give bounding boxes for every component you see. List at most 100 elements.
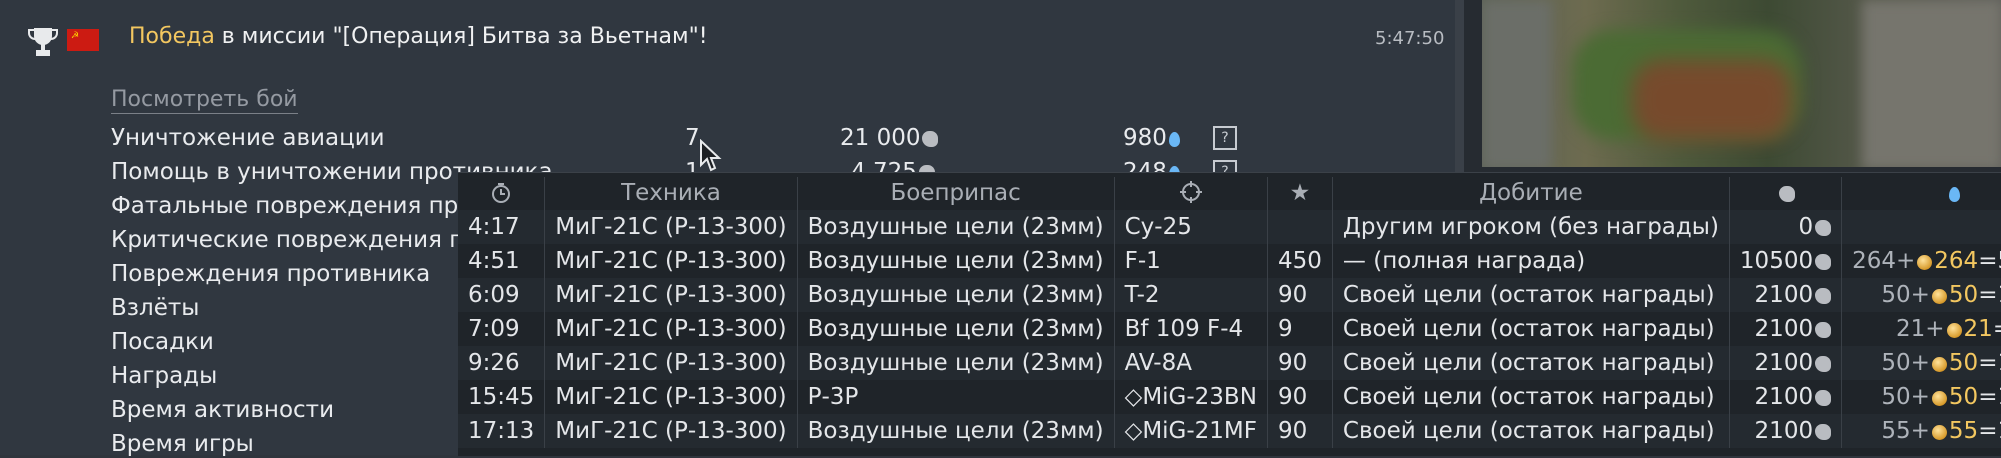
lion-icon (1815, 389, 1832, 406)
stat-label-damage: Повреждения противника (111, 261, 431, 287)
kill-rp: 264+264=528 (1841, 244, 2001, 278)
kill-ammo: Воздушные цели (23мм) (797, 414, 1115, 448)
kill-finish: Своей цели (остаток награды) (1332, 312, 1730, 346)
kill-finish: Своей цели (остаток награды) (1332, 380, 1730, 414)
kill-score: 90 (1267, 380, 1333, 414)
kill-lions-value: 2100 (1754, 417, 1814, 444)
kill-lions-value: 2100 (1754, 349, 1814, 376)
kill-target: Bf 109 F-4 (1114, 312, 1269, 346)
kill-target: ◇MiG-23BN (1114, 380, 1269, 414)
kill-time: 17:13 (458, 414, 546, 448)
kill-lions-value: 2100 (1754, 315, 1814, 342)
table-row: 7:09 МиГ-21С (Р-13-300) Воздушные цели (… (458, 312, 2001, 346)
rp-base: 264 (1852, 247, 1896, 274)
lion-icon (1815, 423, 1832, 440)
kill-target: AV-8A (1114, 346, 1269, 380)
air-kills-lions: 21 000 (840, 124, 939, 152)
kill-rp: 55+55=110 (1841, 414, 2001, 448)
crosshair-icon (1179, 181, 1202, 203)
rp-base: 21 (1895, 315, 1926, 342)
kill-lions: 10500 (1729, 244, 1843, 278)
rp-total: 100 (1997, 384, 2001, 410)
lion-icon (1815, 321, 1832, 338)
kill-lions-value: 10500 (1739, 247, 1814, 274)
rp-total: 100 (1997, 350, 2001, 376)
rp-bonus: 21 (1963, 315, 1993, 342)
kill-score: 90 (1267, 278, 1333, 312)
premium-bonus-icon (1946, 322, 1962, 338)
table-header-row: Техника Боеприпас ★ Добитие (458, 177, 2001, 210)
kill-target: Су-25 (1114, 210, 1269, 244)
lion-icon (1815, 253, 1832, 270)
kill-lions: 2100 (1729, 278, 1843, 312)
kill-rp: 50+50=100 (1841, 278, 2001, 312)
rp-base: 50 (1881, 383, 1911, 410)
clock-icon (492, 183, 511, 203)
table-row: 4:17 МиГ-21С (Р-13-300) Воздушные цели (… (458, 210, 2001, 244)
table-row: 6:09 МиГ-21С (Р-13-300) Воздушные цели (… (458, 278, 2001, 312)
kill-score: 450 (1267, 244, 1333, 278)
rp-total: 528 (1997, 248, 2001, 274)
kills-detail-tooltip: Техника Боеприпас ★ Добитие 4:17 МиГ-21С… (458, 172, 2001, 456)
table-row: 17:13 МиГ-21С (Р-13-300) Воздушные цели … (458, 414, 2001, 448)
kill-finish: — (полная награда) (1332, 244, 1730, 278)
kill-time: 15:45 (458, 380, 546, 414)
kill-lions-value: 0 (1798, 213, 1814, 240)
kill-time: 6:09 (458, 278, 546, 312)
lion-icon (1778, 186, 1795, 202)
rp-base: 55 (1881, 417, 1911, 444)
kill-target: ◇MiG-21MF (1114, 414, 1269, 448)
kill-ammo: Воздушные цели (23мм) (797, 278, 1115, 312)
air-kills-lions-value: 21 000 (840, 125, 921, 151)
mission-result-title: Победа в миссии "[Операция] Битва за Вье… (129, 24, 708, 49)
kill-lions: 0 (1729, 210, 1843, 244)
kill-score: 9 (1267, 312, 1333, 346)
kill-finish: Своей цели (остаток награды) (1332, 346, 1730, 380)
battle-preview-image[interactable] (1482, 0, 2001, 167)
rp-bonus: 50 (1948, 349, 1979, 376)
research-icon (1948, 187, 1960, 202)
kill-time: 9:26 (458, 346, 546, 380)
kill-target: F-1 (1114, 244, 1269, 278)
view-battle-link[interactable]: Посмотреть бой (111, 87, 298, 114)
kill-lions-value: 2100 (1754, 281, 1814, 308)
rp-base: 50 (1881, 281, 1911, 308)
kill-lions: 2100 (1729, 346, 1843, 380)
kill-vehicle: МиГ-21С (Р-13-300) (544, 414, 798, 448)
research-icon (1168, 132, 1180, 147)
star-icon: ★ (1289, 180, 1311, 206)
kill-vehicle: МиГ-21С (Р-13-300) (544, 278, 798, 312)
air-kills-rp-value: 980 (1123, 125, 1167, 151)
ussr-flag-icon: ☭ (67, 29, 99, 51)
mouse-cursor-icon (700, 139, 722, 172)
lion-icon (1815, 287, 1832, 304)
kill-rp: 21+21=42 (1841, 312, 2001, 346)
kill-score: 90 (1267, 414, 1333, 448)
kill-ammo: Воздушные цели (23мм) (797, 210, 1115, 244)
kill-rp: 50+50=100 (1841, 380, 2001, 414)
stat-label-air-kills: Уничтожение авиации (111, 125, 385, 151)
rp-bonus: 50 (1948, 383, 1979, 410)
premium-bonus-icon (1917, 254, 1933, 270)
victory-word: Победа (129, 24, 215, 49)
air-kills-count: 7 (685, 125, 700, 151)
kill-score (1267, 210, 1333, 244)
column-ammo: Боеприпас (797, 177, 1115, 210)
kills-detail-table: Техника Боеприпас ★ Добитие 4:17 МиГ-21С… (458, 177, 2001, 448)
stat-label-play-time: Время игры (111, 431, 254, 457)
kill-ammo: Воздушные цели (23мм) (797, 244, 1115, 278)
rp-bonus: 55 (1948, 417, 1979, 444)
kill-lions: 2100 (1729, 414, 1843, 448)
column-target (1114, 177, 1269, 210)
air-kills-rp: 980 (1123, 124, 1180, 152)
kill-score: 90 (1267, 346, 1333, 380)
help-button[interactable]: ? (1213, 126, 1237, 150)
kill-time: 7:09 (458, 312, 546, 346)
premium-bonus-icon (1931, 288, 1947, 304)
stat-label-activity-time: Время активности (111, 397, 335, 423)
rp-total: 110 (1997, 418, 2001, 444)
stat-label-takeoffs: Взлёты (111, 295, 200, 321)
kill-vehicle: МиГ-21С (Р-13-300) (544, 346, 798, 380)
column-rp (1841, 177, 2001, 210)
rp-base: 50 (1881, 349, 1911, 376)
